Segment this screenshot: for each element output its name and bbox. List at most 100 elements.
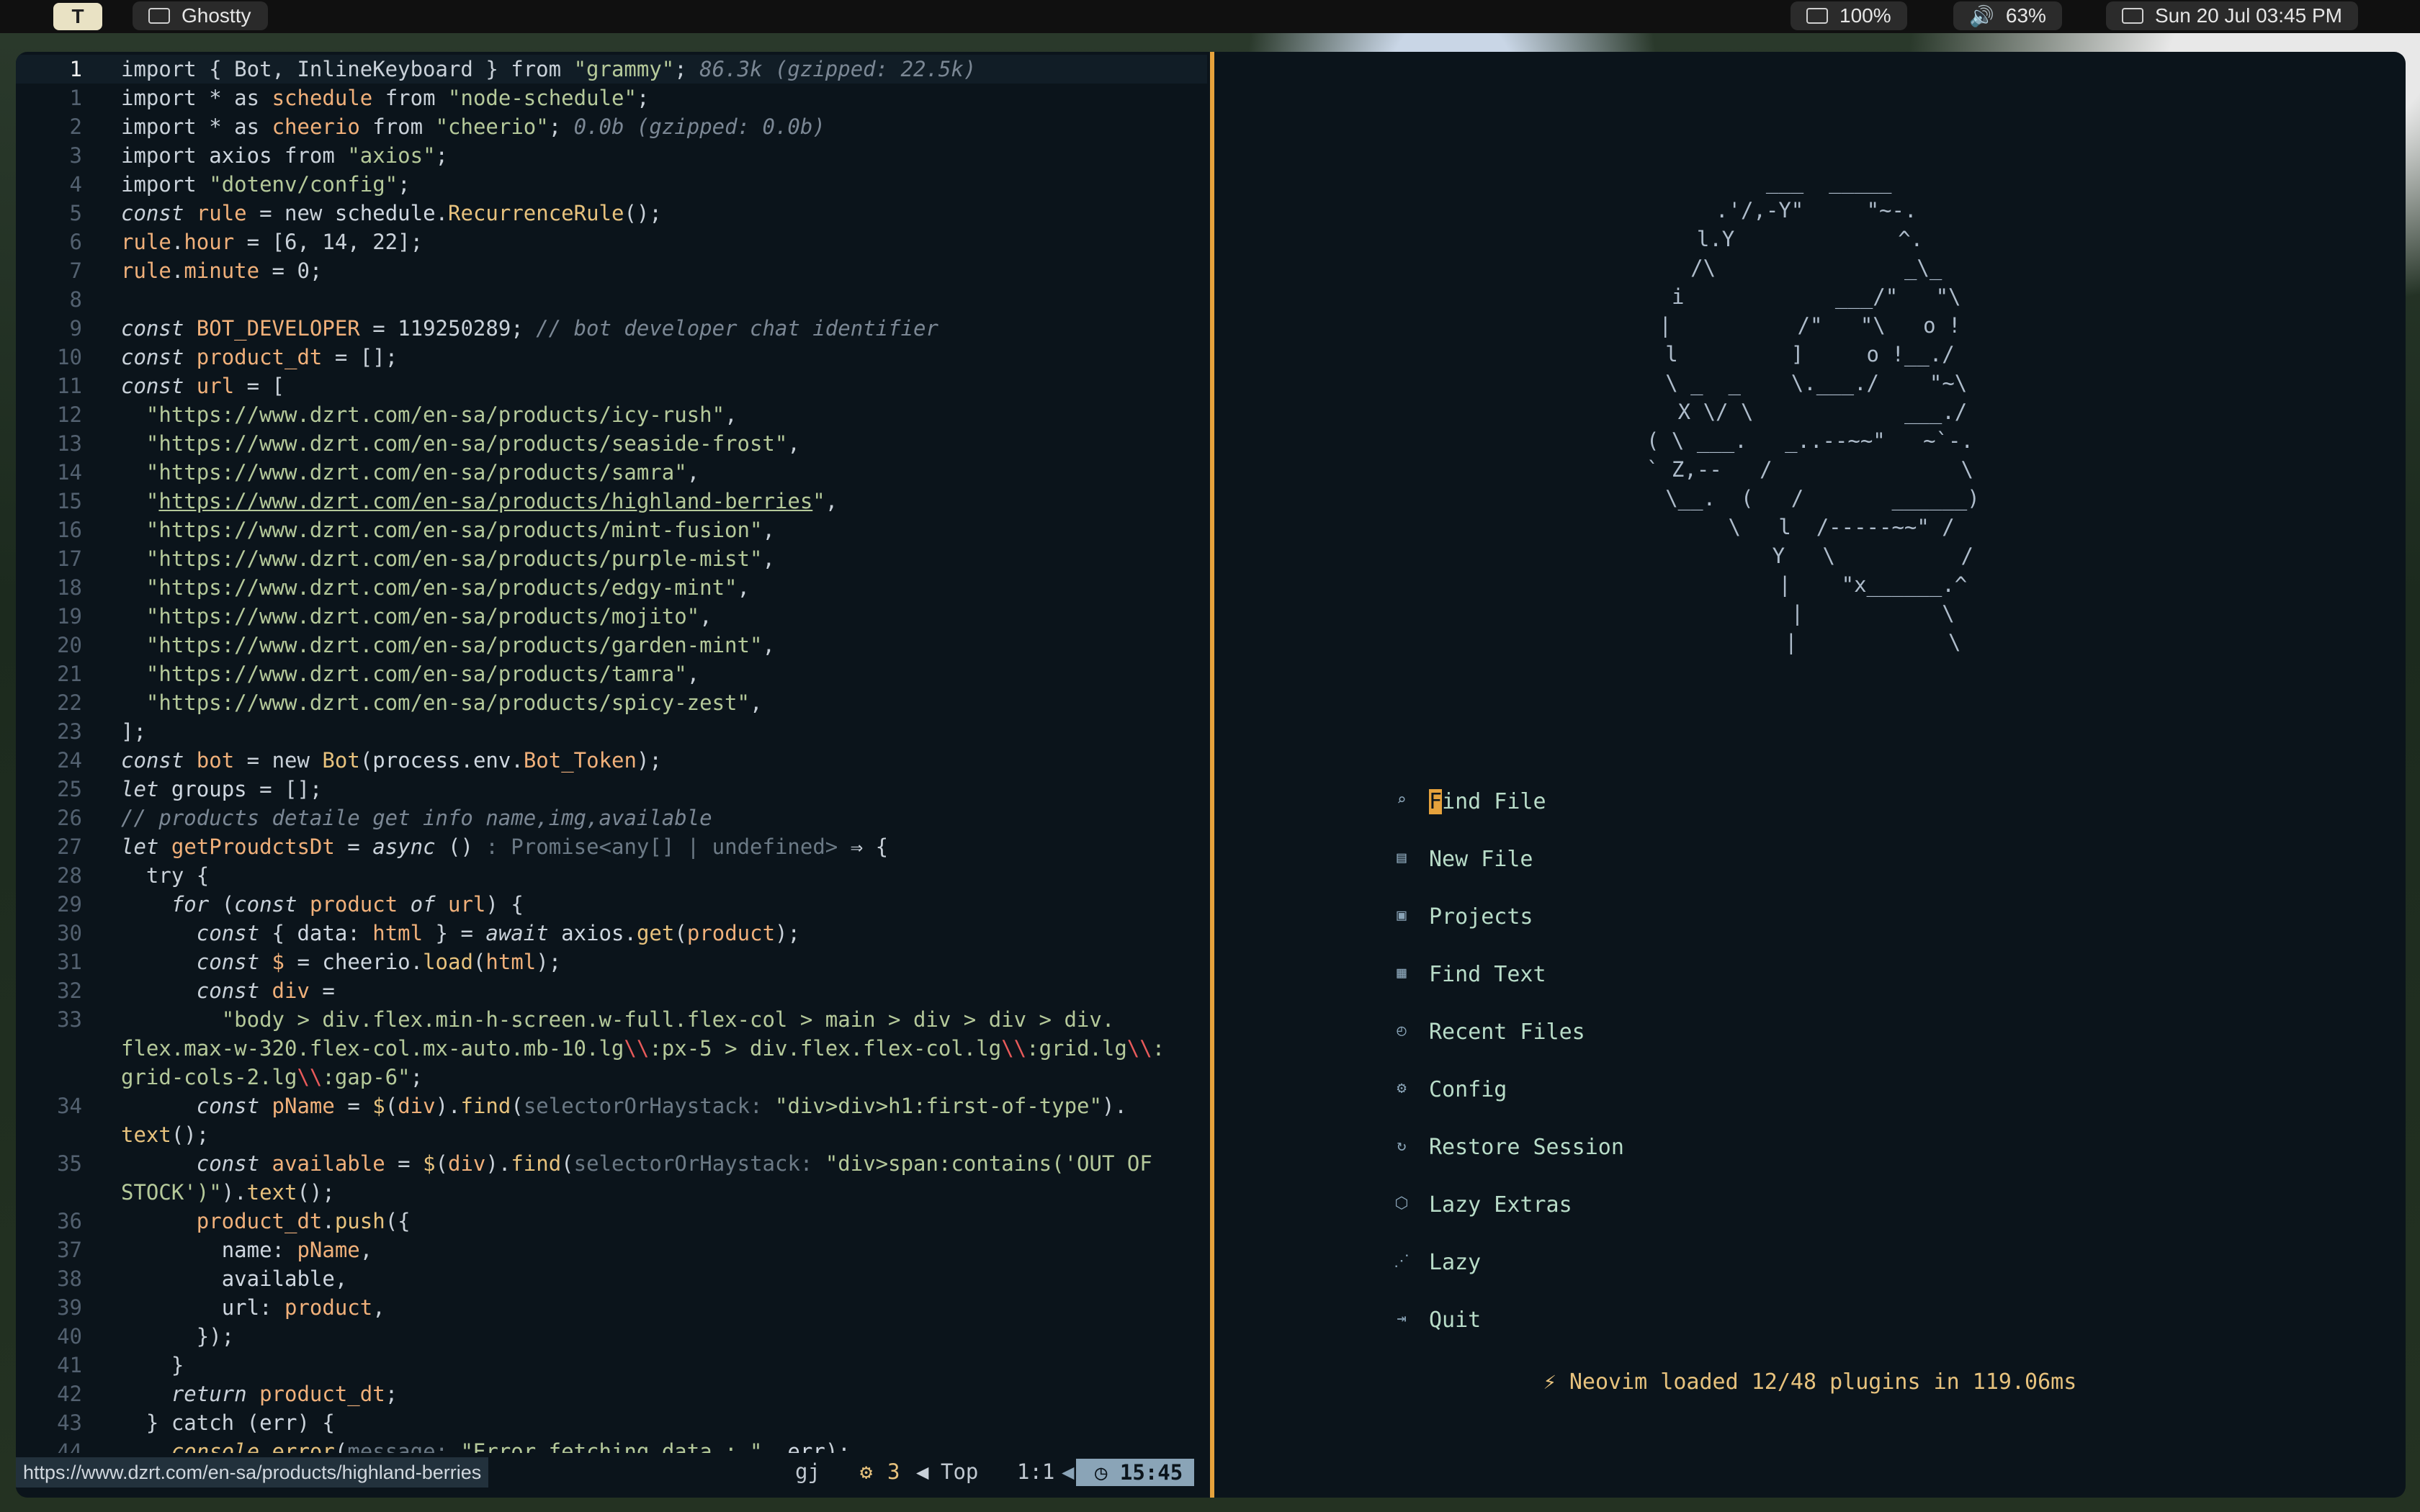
code-line[interactable]: 26 // products detaile get info name,img,… xyxy=(16,804,1207,832)
line-code[interactable]: for (const product of url) { xyxy=(121,890,524,919)
workspace-indicator[interactable]: T xyxy=(53,3,102,30)
dashboard-pane[interactable]: ___ _____ .'/,-Y" "~-. l.Y ^. /\ _\_ i _… xyxy=(1214,52,2406,1498)
code-line[interactable]: 19 "https://www.dzrt.com/en-sa/products/… xyxy=(16,602,1207,631)
line-code[interactable]: rule.minute = 0; xyxy=(121,256,322,285)
code-line[interactable]: 41 } xyxy=(16,1351,1207,1380)
line-code[interactable]: "https://www.dzrt.com/en-sa/products/moj… xyxy=(121,602,712,631)
line-code[interactable]: "https://www.dzrt.com/en-sa/products/sam… xyxy=(121,458,699,487)
menu-item-find-file[interactable]: ⌕Find Filef xyxy=(1214,775,2406,832)
line-code[interactable]: "https://www.dzrt.com/en-sa/products/tam… xyxy=(121,660,699,688)
code-line[interactable]: 2 import * as cheerio from "cheerio"; 0.0… xyxy=(16,112,1207,141)
code-line[interactable]: 9 const BOT_DEVELOPER = 119250289; // bot… xyxy=(16,314,1207,343)
line-code[interactable]: const { data: html } = await axios.get(p… xyxy=(121,919,800,948)
code-line[interactable]: 4 import "dotenv/config"; xyxy=(16,170,1207,199)
code-line[interactable]: 1 import { Bot, InlineKeyboard } from "gr… xyxy=(16,55,1207,84)
code-line[interactable]: 31 const $ = cheerio.load(html); xyxy=(16,948,1207,976)
code-line[interactable]: 8 xyxy=(16,285,1207,314)
code-line[interactable]: 10 const product_dt = []; xyxy=(16,343,1207,372)
code-line[interactable]: 34 const pName = $(div).find(selectorOrH… xyxy=(16,1092,1207,1120)
menu-item-new-file[interactable]: ▤New Filen xyxy=(1214,832,2406,890)
line-code[interactable]: let groups = []; xyxy=(121,775,322,804)
line-code[interactable]: const pName = $(div).find(selectorOrHays… xyxy=(121,1092,1127,1120)
menu-item-recent-files[interactable]: ◴Recent Filesr xyxy=(1214,1005,2406,1063)
battery-widget[interactable]: 100% xyxy=(1791,1,1907,30)
line-code[interactable]: import axios from "axios"; xyxy=(121,141,448,170)
code-line[interactable]: 7 rule.minute = 0; xyxy=(16,256,1207,285)
line-code[interactable]: const bot = new Bot(process.env.Bot_Toke… xyxy=(121,746,662,775)
code-line[interactable]: 5 const rule = new schedule.RecurrenceRul… xyxy=(16,199,1207,228)
menu-item-config[interactable]: ⚙Configc xyxy=(1214,1063,2406,1120)
line-code[interactable]: product_dt.push({ xyxy=(121,1207,411,1236)
line-code[interactable]: "https://www.dzrt.com/en-sa/products/hig… xyxy=(121,487,838,516)
line-code[interactable]: text(); xyxy=(121,1120,209,1149)
line-code[interactable]: const BOT_DEVELOPER = 119250289; // bot … xyxy=(121,314,938,343)
menu-item-restore-session[interactable]: ↻Restore Sessions xyxy=(1214,1120,2406,1178)
code-line[interactable]: 16 "https://www.dzrt.com/en-sa/products/… xyxy=(16,516,1207,544)
line-code[interactable]: const url = [ xyxy=(121,372,284,400)
code-line[interactable]: 13 "https://www.dzrt.com/en-sa/products/… xyxy=(16,429,1207,458)
code-line[interactable]: 18 "https://www.dzrt.com/en-sa/products/… xyxy=(16,573,1207,602)
line-code[interactable]: import * as schedule from "node-schedule… xyxy=(121,84,649,112)
code-line[interactable]: 3 import axios from "axios"; xyxy=(16,141,1207,170)
line-code[interactable]: STOCK')").text(); xyxy=(121,1178,335,1207)
active-app[interactable]: Ghostty xyxy=(133,1,269,30)
code-line[interactable]: 22 "https://www.dzrt.com/en-sa/products/… xyxy=(16,688,1207,717)
code-line[interactable]: 21 "https://www.dzrt.com/en-sa/products/… xyxy=(16,660,1207,688)
line-code[interactable]: } xyxy=(121,1351,184,1380)
line-code[interactable]: "https://www.dzrt.com/en-sa/products/edg… xyxy=(121,573,750,602)
line-code[interactable]: name: pName, xyxy=(121,1236,373,1264)
code-line[interactable]: 37 name: pName, xyxy=(16,1236,1207,1264)
line-code[interactable]: "body > div.flex.min-h-screen.w-full.fle… xyxy=(121,1005,1115,1034)
menu-item-lazy[interactable]: ⋰Lazyl xyxy=(1214,1236,2406,1293)
line-code[interactable]: const product_dt = []; xyxy=(121,343,398,372)
code-line[interactable]: 36 product_dt.push({ xyxy=(16,1207,1207,1236)
line-code[interactable]: "https://www.dzrt.com/en-sa/products/icy… xyxy=(121,400,738,429)
line-code[interactable]: import "dotenv/config"; xyxy=(121,170,411,199)
line-code[interactable]: ]; xyxy=(121,717,146,746)
code-line[interactable]: 42 return product_dt; xyxy=(16,1380,1207,1408)
line-code[interactable]: flex.max-w-320.flex-col.mx-auto.mb-10.lg… xyxy=(121,1034,1165,1063)
line-code[interactable]: "https://www.dzrt.com/en-sa/products/gar… xyxy=(121,631,775,660)
code-line[interactable]: 40 }); xyxy=(16,1322,1207,1351)
code-line[interactable]: 11 const url = [ xyxy=(16,372,1207,400)
code-line[interactable]: 30 const { data: html } = await axios.ge… xyxy=(16,919,1207,948)
code-line[interactable]: 12 "https://www.dzrt.com/en-sa/products/… xyxy=(16,400,1207,429)
line-code[interactable]: // products detaile get info name,img,av… xyxy=(121,804,712,832)
code-line[interactable]: 27 let getProudctsDt = async () : Promise… xyxy=(16,832,1207,861)
line-code[interactable]: import { Bot, InlineKeyboard } from "gra… xyxy=(121,55,976,84)
line-code[interactable]: const $ = cheerio.load(html); xyxy=(121,948,561,976)
code-line[interactable]: 38 available, xyxy=(16,1264,1207,1293)
code-editor-pane[interactable]: 1 import { Bot, InlineKeyboard } from "gr… xyxy=(16,52,1207,1498)
code-line[interactable]: 39 url: product, xyxy=(16,1293,1207,1322)
code-line[interactable]: 24 const bot = new Bot(process.env.Bot_To… xyxy=(16,746,1207,775)
menu-item-quit[interactable]: ⇥Quitq xyxy=(1214,1293,2406,1351)
line-code[interactable]: "https://www.dzrt.com/en-sa/products/min… xyxy=(121,516,775,544)
line-code[interactable]: try { xyxy=(121,861,209,890)
code-line[interactable]: 17 "https://www.dzrt.com/en-sa/products/… xyxy=(16,544,1207,573)
code-line[interactable]: 43 } catch (err) { xyxy=(16,1408,1207,1437)
line-code[interactable]: grid-cols-2.lg\\:gap-6"; xyxy=(121,1063,423,1092)
code-line[interactable]: 20 "https://www.dzrt.com/en-sa/products/… xyxy=(16,631,1207,660)
line-code[interactable]: } catch (err) { xyxy=(121,1408,335,1437)
code-line[interactable]: 14 "https://www.dzrt.com/en-sa/products/… xyxy=(16,458,1207,487)
code-lines[interactable]: 1 import { Bot, InlineKeyboard } from "gr… xyxy=(16,55,1207,1466)
code-line[interactable]: 28 try { xyxy=(16,861,1207,890)
code-line[interactable]: 35 const available = $(div).find(selecto… xyxy=(16,1149,1207,1178)
line-code[interactable]: const div = xyxy=(121,976,335,1005)
line-code[interactable]: "https://www.dzrt.com/en-sa/products/pur… xyxy=(121,544,775,573)
line-code[interactable]: const rule = new schedule.RecurrenceRule… xyxy=(121,199,662,228)
line-code[interactable]: rule.hour = [6, 14, 22]; xyxy=(121,228,423,256)
volume-widget[interactable]: 🔊 63% xyxy=(1953,1,2062,30)
code-line[interactable]: 33 "body > div.flex.min-h-screen.w-full.… xyxy=(16,1005,1207,1034)
code-line[interactable]: 15 "https://www.dzrt.com/en-sa/products/… xyxy=(16,487,1207,516)
clock-widget[interactable]: Sun 20 Jul 03:45 PM xyxy=(2106,1,2358,30)
menu-item-find-text[interactable]: ▦Find Textg xyxy=(1214,948,2406,1005)
line-code[interactable]: url: product, xyxy=(121,1293,385,1322)
line-code[interactable]: const available = $(div).find(selectorOr… xyxy=(121,1149,1152,1178)
code-line[interactable]: 23]; xyxy=(16,717,1207,746)
code-line[interactable]: 6 rule.hour = [6, 14, 22]; xyxy=(16,228,1207,256)
code-line[interactable]: STOCK')").text(); xyxy=(16,1178,1207,1207)
line-code[interactable]: "https://www.dzrt.com/en-sa/products/sea… xyxy=(121,429,800,458)
line-code[interactable]: import * as cheerio from "cheerio"; 0.0b… xyxy=(121,112,825,141)
menu-item-lazy-extras[interactable]: ⬡Lazy Extrasx xyxy=(1214,1178,2406,1236)
